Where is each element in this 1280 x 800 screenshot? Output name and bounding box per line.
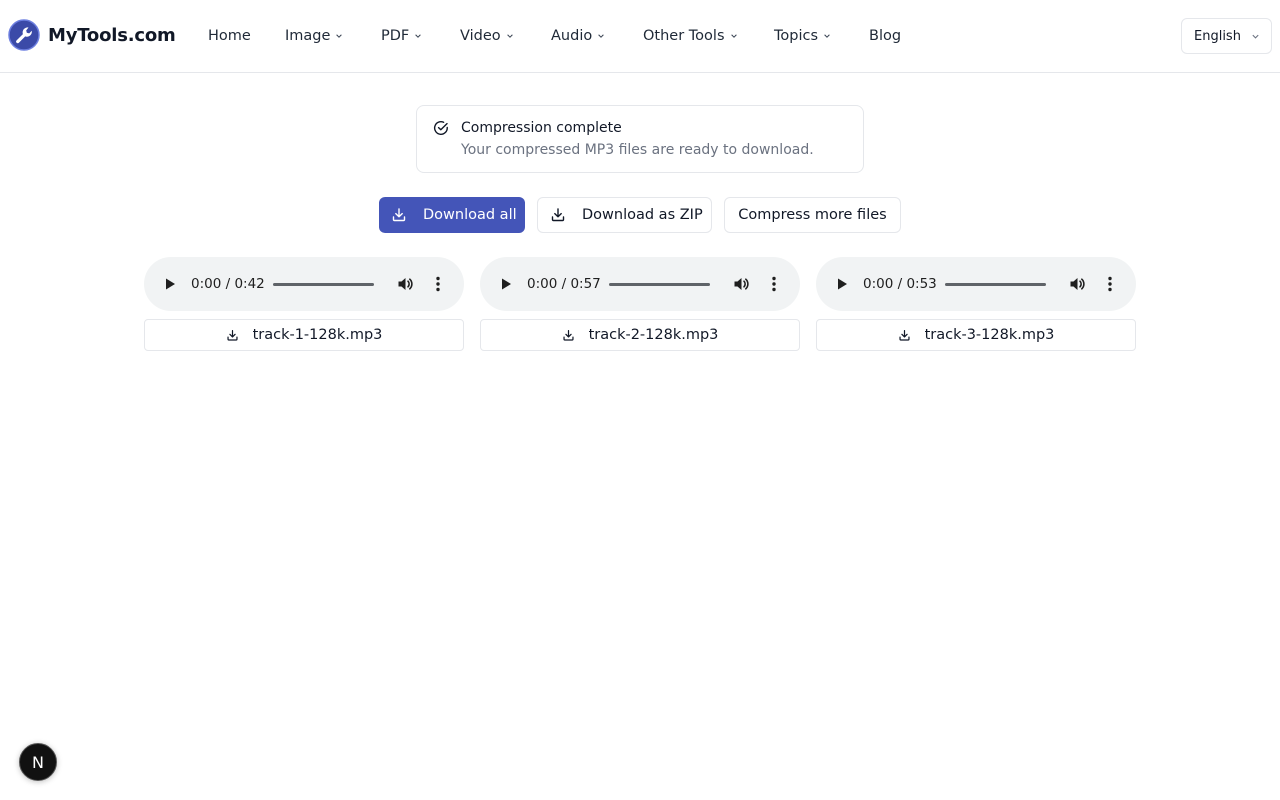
- audio-player: 0:00 / 0:57: [480, 257, 800, 311]
- file-name: track-2-128k.mp3: [588, 327, 719, 343]
- play-icon[interactable]: [162, 276, 178, 292]
- volume-icon[interactable]: [732, 275, 750, 293]
- audio-time: 0:00 / 0:53: [863, 276, 937, 292]
- chevron-down-icon: [415, 34, 422, 38]
- compress-more-label: Compress more files: [738, 207, 887, 223]
- audio-player: 0:00 / 0:42: [144, 257, 464, 311]
- compress-more-button[interactable]: Compress more files: [724, 197, 901, 233]
- n-badge-button[interactable]: N: [19, 743, 57, 781]
- nav-pdf[interactable]: PDF: [381, 28, 460, 44]
- site-logo[interactable]: MyTools.com: [8, 19, 176, 51]
- download-all-label: Download all: [423, 207, 517, 223]
- download-all-button[interactable]: Download all: [379, 197, 525, 233]
- nav-other-tools[interactable]: Other Tools: [643, 28, 774, 44]
- site-header: MyTools.com Home Image PDF Video Audio O…: [0, 0, 1280, 73]
- file-download-button[interactable]: track-1-128k.mp3: [144, 319, 464, 351]
- file-download-button[interactable]: track-2-128k.mp3: [480, 319, 800, 351]
- nav-blog[interactable]: Blog: [869, 28, 901, 44]
- audio-time: 0:00 / 0:57: [527, 276, 601, 292]
- alert-description: Your compressed MP3 files are ready to d…: [461, 142, 814, 158]
- play-icon[interactable]: [834, 276, 850, 292]
- download-icon: [563, 329, 574, 341]
- more-vertical-icon[interactable]: [1103, 275, 1117, 293]
- nav-image[interactable]: Image: [285, 28, 381, 44]
- audio-player: 0:00 / 0:53: [816, 257, 1136, 311]
- nav-label: PDF: [381, 28, 410, 44]
- audio-time: 0:00 / 0:42: [191, 276, 265, 292]
- nav-label: Audio: [551, 28, 593, 44]
- nav-video[interactable]: Video: [460, 28, 551, 44]
- nav-audio[interactable]: Audio: [551, 28, 643, 44]
- volume-icon[interactable]: [1068, 275, 1086, 293]
- more-vertical-icon[interactable]: [431, 275, 445, 293]
- audio-progress-slider[interactable]: [945, 283, 1046, 286]
- chevron-down-icon: [730, 34, 737, 38]
- wrench-logo-icon: [8, 19, 40, 51]
- check-circle-icon: [433, 121, 448, 135]
- nav-label: Image: [285, 28, 331, 44]
- nav-label: Topics: [774, 28, 819, 44]
- file-download-button[interactable]: track-3-128k.mp3: [816, 319, 1136, 351]
- file-name: track-3-128k.mp3: [924, 327, 1055, 343]
- download-icon: [551, 208, 565, 222]
- nav-label: Other Tools: [643, 28, 725, 44]
- alert-title: Compression complete: [461, 120, 622, 136]
- nav-label: Video: [460, 28, 501, 44]
- download-zip-button[interactable]: Download as ZIP: [537, 197, 712, 233]
- file-name: track-1-128k.mp3: [252, 327, 383, 343]
- compression-complete-alert: Compression complete Your compressed MP3…: [416, 105, 864, 173]
- nav-topics[interactable]: Topics: [774, 28, 869, 44]
- audio-progress-slider[interactable]: [609, 283, 710, 286]
- n-badge-letter: N: [32, 752, 44, 772]
- chevron-down-icon: [336, 34, 343, 38]
- chevron-down-icon: [598, 34, 604, 38]
- volume-icon[interactable]: [396, 275, 414, 293]
- download-icon: [227, 329, 238, 341]
- download-icon: [392, 208, 406, 222]
- chevron-down-icon: [506, 34, 513, 38]
- brand-name: MyTools.com: [48, 24, 176, 46]
- nav-home[interactable]: Home: [208, 28, 285, 44]
- nav-label: Home: [208, 28, 251, 44]
- play-icon[interactable]: [498, 276, 514, 292]
- download-icon: [899, 329, 910, 341]
- more-vertical-icon[interactable]: [767, 275, 781, 293]
- download-zip-label: Download as ZIP: [582, 207, 703, 223]
- chevron-down-icon: [1252, 34, 1259, 39]
- chevron-down-icon: [824, 34, 830, 38]
- language-value: English: [1194, 28, 1241, 44]
- main-nav: Home Image PDF Video Audio Other Tools T…: [208, 0, 901, 72]
- nav-label: Blog: [869, 28, 902, 44]
- language-select[interactable]: English: [1181, 18, 1272, 54]
- audio-progress-slider[interactable]: [273, 283, 374, 286]
